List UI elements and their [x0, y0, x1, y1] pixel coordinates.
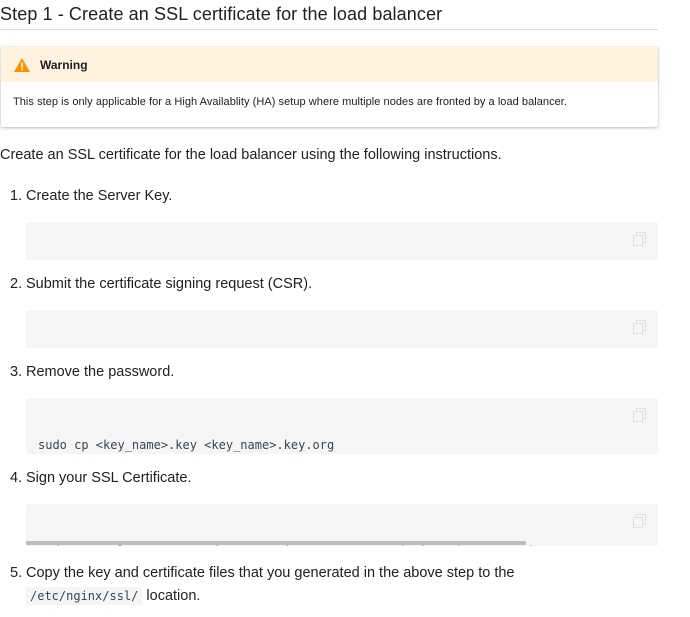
- copy-icon[interactable]: [633, 514, 646, 528]
- code-horizontal-scrollbar[interactable]: [26, 541, 526, 545]
- copy-icon[interactable]: [633, 320, 646, 334]
- step-1-label: 1. Create the Server Key.: [10, 188, 172, 204]
- step-3-label: 3. Remove the password.: [10, 364, 174, 380]
- warning-admonition: Warning This step is only applicable for…: [1, 47, 658, 127]
- code-text-token: sudo cp <key_name>.key <key_name>.key.or…: [38, 438, 335, 452]
- warning-icon: [14, 57, 30, 72]
- warning-text: This step is only applicable for a High …: [13, 96, 568, 108]
- code-block-1[interactable]: sudo openssl genrsa -des3 -out <key_name…: [26, 222, 658, 260]
- step-text: Submit the certificate signing request (…: [26, 276, 313, 292]
- step-text-end: location.: [146, 588, 201, 604]
- step-text: Sign your SSL Certificate.: [26, 470, 192, 486]
- step-5-label: 5. Copy the key and certificate files tha…: [10, 562, 514, 608]
- copy-icon[interactable]: [633, 408, 646, 422]
- doc-page: Step 1 - Create an SSL certificate for t…: [0, 0, 690, 617]
- step-2-label: 2. Submit the certificate signing request…: [10, 276, 312, 292]
- code-block-3[interactable]: sudo cp <key_name>.key <key_name>.key.or…: [26, 398, 658, 454]
- step-text: Remove the password.: [26, 364, 175, 380]
- step-4-label: 4. Sign your SSL Certificate.: [10, 470, 191, 486]
- step-number: 2.: [10, 276, 23, 292]
- step-text: Copy the key and certificate files that …: [26, 565, 515, 581]
- step-number: 1.: [10, 188, 23, 204]
- step-text: Create the Server Key.: [26, 188, 173, 204]
- page-title: Step 1 - Create an SSL certificate for t…: [0, 2, 658, 30]
- warning-header: Warning: [1, 47, 658, 82]
- nginx-ssl-path: /etc/nginx/ssl/: [26, 587, 143, 605]
- intro-text: Create an SSL certificate for the load b…: [0, 147, 502, 163]
- step-number: 4.: [10, 470, 23, 486]
- code-block-4[interactable]: sudo openssl x509 -req -days 365 -in ser…: [26, 504, 658, 546]
- warning-title: Warning: [40, 57, 88, 72]
- code-block-2[interactable]: sudo openssl req -new -key <key_name>.ke…: [26, 310, 658, 348]
- step-number: 3.: [10, 364, 23, 380]
- step-number: 5.: [10, 565, 23, 581]
- copy-icon[interactable]: [633, 232, 646, 246]
- code-line: sudo cp <key_name>.key <key_name>.key.or…: [38, 436, 658, 454]
